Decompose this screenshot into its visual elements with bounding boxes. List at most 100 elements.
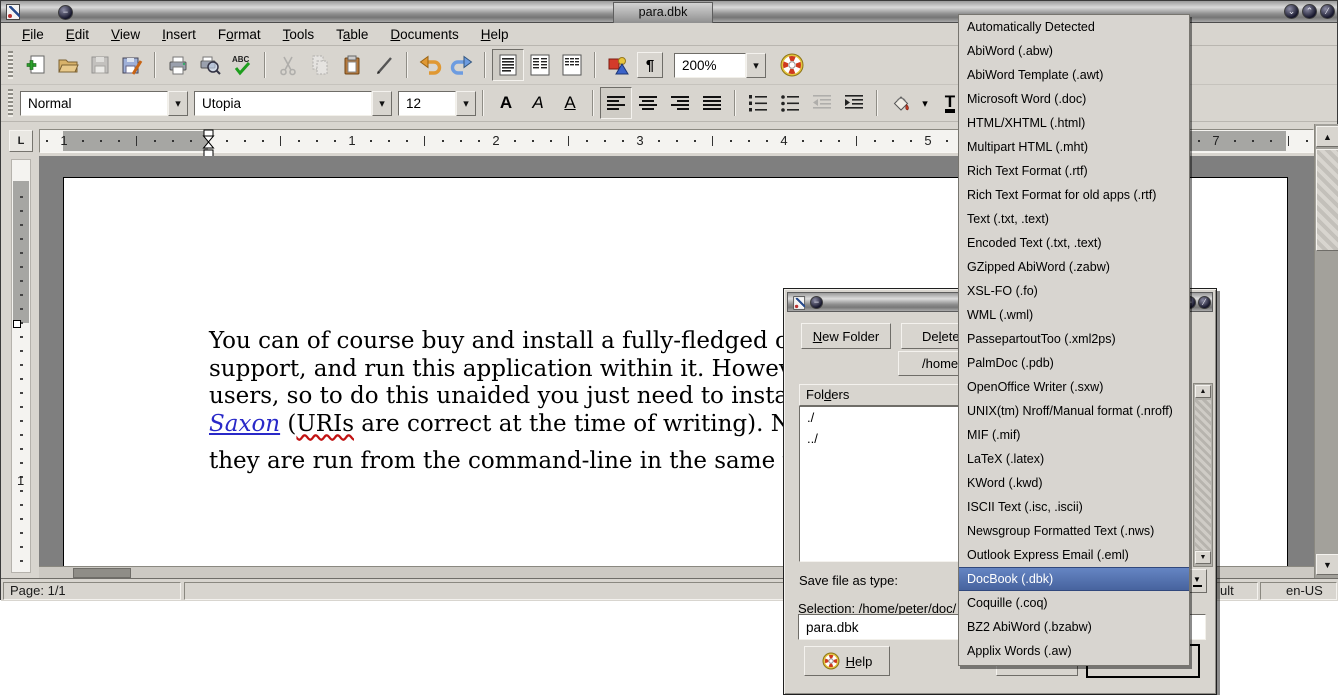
format-option[interactable]: AbiWord Template (.awt)	[959, 63, 1189, 87]
zoom-input[interactable]: 200%	[674, 53, 746, 78]
toolbar-grip[interactable]	[8, 51, 13, 79]
shade-icon[interactable]: ⌄	[1284, 4, 1299, 19]
insert-image-button[interactable]	[602, 49, 634, 81]
vertical-scrollbar-thumb[interactable]	[1316, 149, 1338, 251]
align-center-button[interactable]	[632, 87, 664, 119]
format-option[interactable]: XSL-FO (.fo)	[959, 279, 1189, 303]
scrollbar-trough[interactable]	[1195, 400, 1211, 550]
dialog-close-icon[interactable]: ⁄	[1198, 296, 1211, 309]
menu-file[interactable]: File	[11, 25, 55, 44]
format-option[interactable]: Text (.txt, .text)	[959, 207, 1189, 231]
scroll-down-icon[interactable]: ▼	[1195, 551, 1211, 564]
save-as-button[interactable]	[116, 49, 148, 81]
zoom-dropdown-arrow[interactable]: ▾	[746, 53, 766, 78]
format-option[interactable]: MIF (.mif)	[959, 423, 1189, 447]
dialog-menu-button[interactable]: −	[810, 296, 823, 309]
print-preview-button[interactable]	[194, 49, 226, 81]
toolbar-grip[interactable]	[8, 89, 13, 117]
italic-button[interactable]: A	[522, 87, 554, 119]
vertical-ruler[interactable]: 1	[11, 159, 31, 573]
open-button[interactable]	[52, 49, 84, 81]
vertical-scrollbar[interactable]: ▲ ▼	[1314, 124, 1338, 578]
format-option[interactable]: Rich Text Format (.rtf)	[959, 159, 1189, 183]
dialog-help-button[interactable]: Help	[804, 646, 890, 676]
new-document-button[interactable]	[20, 49, 52, 81]
bullet-list-button[interactable]	[774, 87, 806, 119]
scroll-up-icon[interactable]: ▲	[1195, 385, 1211, 398]
format-option[interactable]: PassepartoutToo (.xml2ps)	[959, 327, 1189, 351]
horizontal-scrollbar-thumb[interactable]	[73, 568, 131, 578]
scroll-down-icon[interactable]: ▼	[1316, 554, 1338, 575]
format-option[interactable]: DocBook (.dbk)	[959, 567, 1189, 591]
format-option[interactable]: Applix Words (.aw)	[959, 639, 1189, 663]
format-option[interactable]: Newsgroup Formatted Text (.nws)	[959, 519, 1189, 543]
close-icon[interactable]: ⁄	[1320, 4, 1335, 19]
format-option[interactable]: Automatically Detected	[959, 15, 1189, 39]
format-option[interactable]: Encoded Text (.txt, .text)	[959, 231, 1189, 255]
align-left-button[interactable]	[600, 87, 632, 119]
highlight-color-button[interactable]	[884, 87, 916, 119]
undo-button[interactable]	[414, 49, 446, 81]
copy-button[interactable]	[304, 49, 336, 81]
spellcheck-button[interactable]: ABC	[226, 49, 258, 81]
menu-tools[interactable]: Tools	[272, 25, 326, 44]
highlight-color-arrow[interactable]: ▾	[916, 87, 934, 119]
format-option[interactable]: Multipart HTML (.mht)	[959, 135, 1189, 159]
view-normal-button[interactable]	[492, 49, 524, 81]
bold-button[interactable]: A	[490, 87, 522, 119]
redo-button[interactable]	[446, 49, 478, 81]
view-three-column-button[interactable]	[556, 49, 588, 81]
style-dropdown-arrow[interactable]: ▾	[168, 91, 188, 116]
numbered-list-button[interactable]	[742, 87, 774, 119]
language-indicator[interactable]: en-US	[1260, 582, 1337, 600]
paste-button[interactable]	[336, 49, 368, 81]
hyperlink[interactable]: Saxon	[209, 411, 280, 437]
font-select[interactable]: Utopia	[194, 91, 372, 116]
format-painter-button[interactable]	[368, 49, 400, 81]
font-size-select[interactable]: 12	[398, 91, 456, 116]
format-option[interactable]: WML (.wml)	[959, 303, 1189, 327]
files-list-scrollbar[interactable]: ▲ ▼	[1193, 383, 1213, 567]
decrease-indent-button[interactable]	[806, 87, 838, 119]
format-option[interactable]: Outlook Express Email (.eml)	[959, 543, 1189, 567]
style-select[interactable]: Normal	[20, 91, 168, 116]
align-justify-button[interactable]	[696, 87, 728, 119]
format-option[interactable]: KWord (.kwd)	[959, 471, 1189, 495]
save-button[interactable]	[84, 49, 116, 81]
window-menu-button[interactable]: −	[58, 5, 73, 20]
format-option[interactable]: HTML/XHTML (.html)	[959, 111, 1189, 135]
print-button[interactable]	[162, 49, 194, 81]
format-option[interactable]: OpenOffice Writer (.sxw)	[959, 375, 1189, 399]
align-right-button[interactable]	[664, 87, 696, 119]
menu-documents[interactable]: Documents	[379, 25, 469, 44]
tab-selector-button[interactable]: L	[9, 130, 33, 152]
help-button[interactable]	[776, 49, 808, 81]
menu-insert[interactable]: Insert	[151, 25, 207, 44]
format-option[interactable]: AbiWord (.abw)	[959, 39, 1189, 63]
new-folder-button[interactable]: New Folder	[801, 323, 891, 349]
menu-edit[interactable]: Edit	[55, 25, 100, 44]
file-type-dropdown-arrow[interactable]: ▼	[1187, 569, 1207, 593]
font-dropdown-arrow[interactable]: ▾	[372, 91, 392, 116]
menu-help[interactable]: Help	[470, 25, 520, 44]
format-option[interactable]: PalmDoc (.pdb)	[959, 351, 1189, 375]
format-option[interactable]: Microsoft Word (.doc)	[959, 87, 1189, 111]
maximize-icon[interactable]: ⌃	[1302, 4, 1317, 19]
menu-table[interactable]: Table	[325, 25, 379, 44]
scroll-up-icon[interactable]: ▲	[1316, 126, 1338, 147]
format-option[interactable]: ISCII Text (.isc, .iscii)	[959, 495, 1189, 519]
underline-button[interactable]: A	[554, 87, 586, 119]
format-option[interactable]: BZ2 AbiWord (.bzabw)	[959, 615, 1189, 639]
increase-indent-button[interactable]	[838, 87, 870, 119]
show-formatting-button[interactable]: ¶	[637, 52, 663, 78]
format-option[interactable]: Rich Text Format for old apps (.rtf)	[959, 183, 1189, 207]
view-two-column-button[interactable]	[524, 49, 556, 81]
cut-button[interactable]	[272, 49, 304, 81]
format-option[interactable]: GZipped AbiWord (.zabw)	[959, 255, 1189, 279]
file-format-dropdown[interactable]: Automatically DetectedAbiWord (.abw)AbiW…	[958, 14, 1190, 666]
top-margin-marker[interactable]	[13, 320, 21, 328]
font-size-dropdown-arrow[interactable]: ▾	[456, 91, 476, 116]
menu-format[interactable]: Format	[207, 25, 272, 44]
format-option[interactable]: Coquille (.coq)	[959, 591, 1189, 615]
format-option[interactable]: LaTeX (.latex)	[959, 447, 1189, 471]
